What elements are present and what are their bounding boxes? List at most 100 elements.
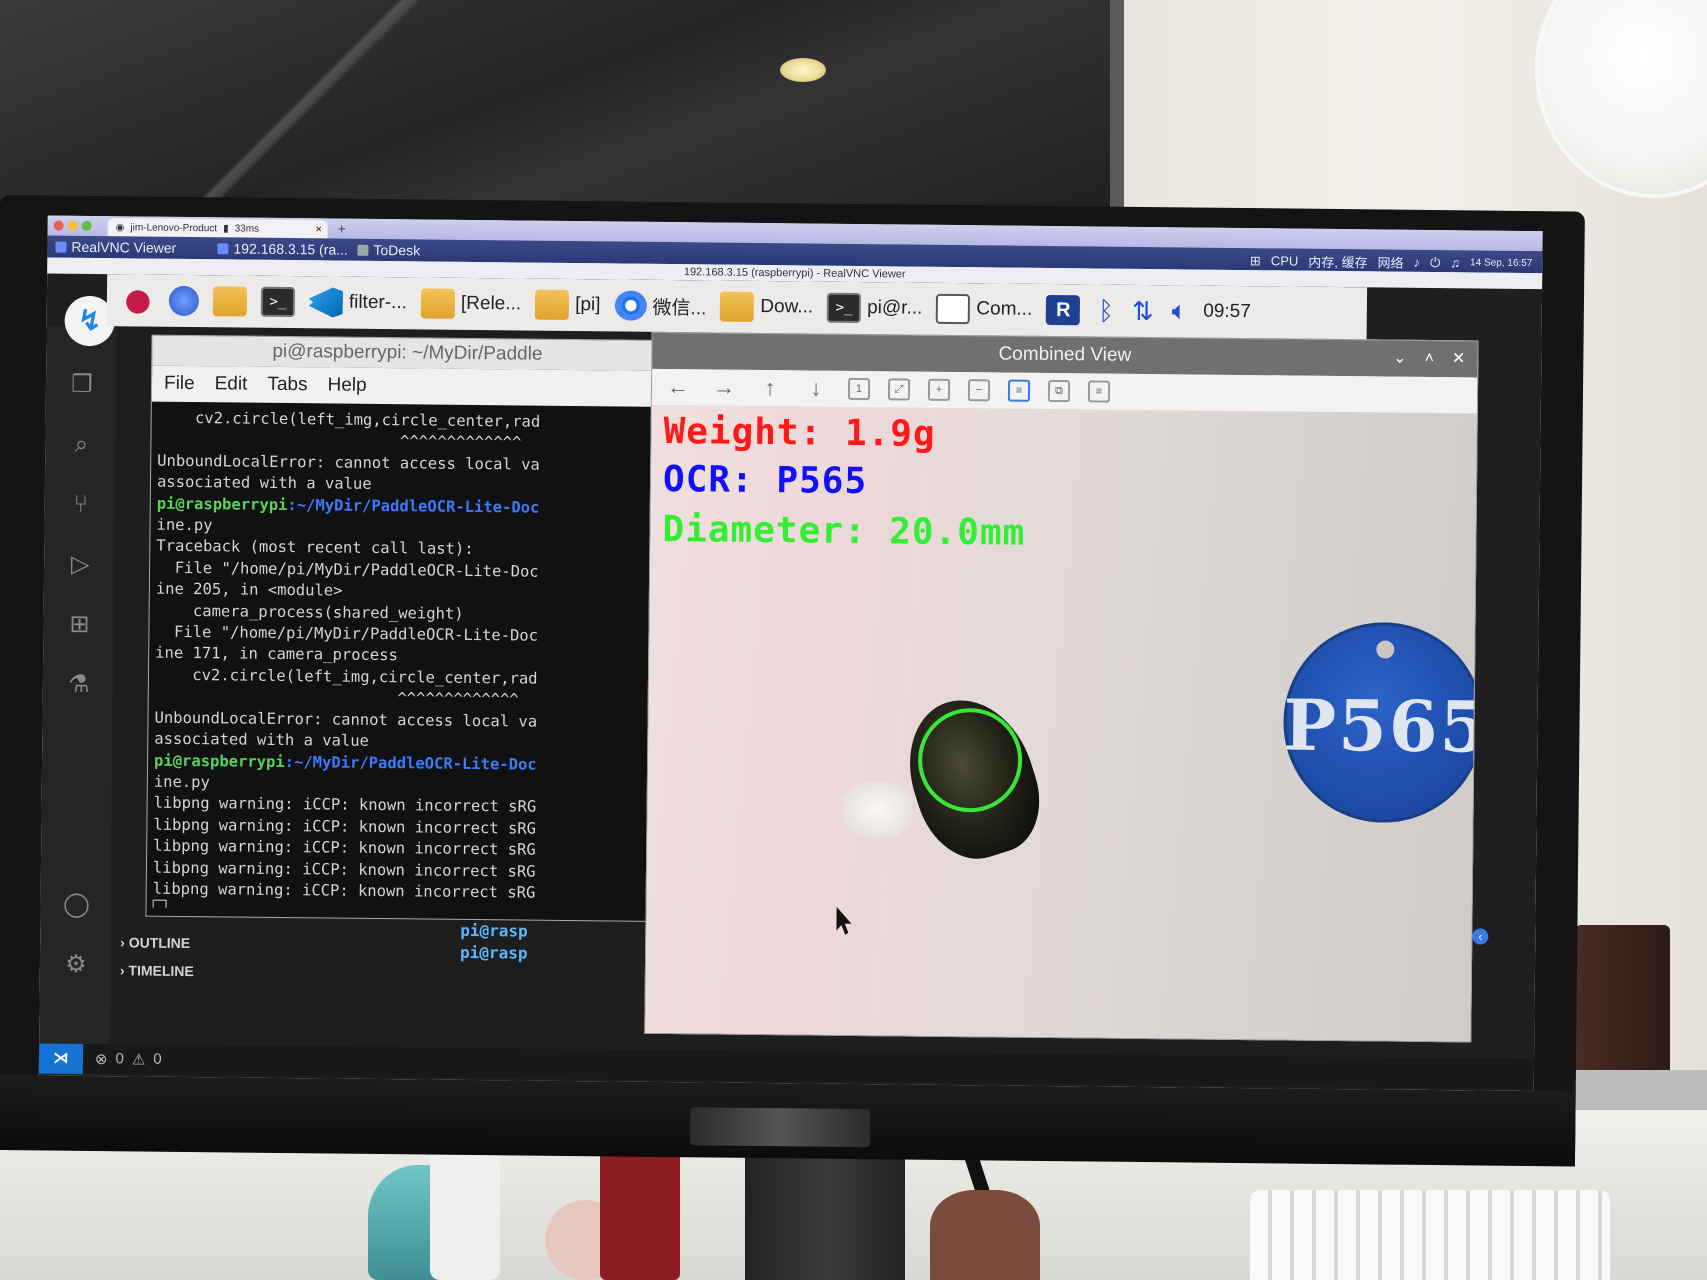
menu-help[interactable]: Help	[327, 374, 366, 396]
raspberry-menu-button[interactable]	[117, 278, 159, 322]
terminal-icon: >_	[260, 286, 296, 318]
account-icon[interactable]: ◯	[62, 891, 90, 919]
error-icon: ⊗	[94, 1051, 108, 1069]
monitor-stand	[745, 1140, 905, 1280]
task-combined-view[interactable]: Com...	[932, 287, 1036, 332]
taskbar-item-vnc[interactable]: RealVNC Viewer	[55, 239, 176, 256]
detection-circle	[917, 707, 1023, 813]
task-label: Dow...	[760, 295, 814, 318]
task-folder-rele[interactable]: [Rele...	[417, 281, 526, 326]
terminal-cursor	[152, 899, 167, 913]
tray-memory[interactable]: 内存, 缓存	[1308, 252, 1367, 272]
door-edge	[1110, 0, 1124, 215]
bluetooth-icon[interactable]: ᛒ	[1098, 295, 1114, 326]
menu-file[interactable]: File	[164, 373, 195, 395]
task-vscode[interactable]: filter-...	[305, 280, 412, 325]
copy-icon[interactable]: ⧉	[1047, 379, 1071, 403]
close-icon[interactable]: ✕	[1452, 341, 1466, 377]
properties-icon[interactable]: ≡	[1007, 379, 1031, 402]
problems-indicator[interactable]: ⊗ 0 ⚠ 0	[95, 1050, 162, 1069]
task-chromium[interactable]: 微信...	[610, 283, 710, 328]
combined-view-window[interactable]: Combined View ⌄ ˄ ✕ ← → ↑ ↓ 1 ⤢ + − ≡ ⧉ …	[644, 331, 1479, 1043]
vnc-server-tray[interactable]: R	[1042, 288, 1084, 332]
task-label: 微信...	[652, 297, 707, 319]
arrow-right-icon[interactable]: →	[710, 373, 738, 401]
window-icon	[936, 293, 971, 325]
bell-icon[interactable]: ♪	[1413, 255, 1420, 270]
book	[600, 1140, 680, 1280]
run-debug-icon[interactable]: ▷	[66, 551, 94, 579]
outline-section[interactable]: › OUTLINE › TIMELINE	[120, 934, 194, 979]
task-folder-pi[interactable]: [pi]	[531, 283, 605, 328]
signal-icon: ▮	[223, 222, 229, 234]
volume-icon[interactable]: ♫	[1450, 255, 1460, 270]
terminal-output[interactable]: cv2.circle(left_img,circle_center,rad ^^…	[152, 408, 663, 913]
tray-network[interactable]: 网络	[1377, 252, 1403, 271]
chevron-right-icon: ›	[119, 962, 129, 979]
task-folder-downloads[interactable]: Dow...	[716, 285, 817, 330]
side-panel-toggle-icon[interactable]: ‹	[1472, 928, 1489, 945]
pi-clock[interactable]: 09:57	[1203, 301, 1251, 323]
arrow-left-icon[interactable]: ←	[664, 373, 692, 401]
tray-cpu[interactable]: CPU	[1271, 253, 1299, 268]
settings-icon[interactable]: ≡	[1087, 380, 1111, 403]
network-icon[interactable]: ⊞	[1250, 253, 1261, 269]
chevron-down-icon[interactable]: ⌄	[1393, 341, 1407, 377]
menu-edit[interactable]: Edit	[215, 373, 248, 395]
new-tab-icon[interactable]: +	[338, 221, 346, 237]
folder-icon	[212, 286, 248, 317]
explorer-icon[interactable]: ❐	[68, 371, 96, 399]
arrow-down-icon[interactable]: ↓	[802, 374, 830, 402]
extensions-icon[interactable]: ⊞	[65, 611, 93, 639]
tab-title: jim-Lenovo-Product	[130, 221, 218, 234]
close-dot-icon[interactable]	[53, 220, 64, 231]
taskbar-item-label: RealVNC Viewer	[71, 238, 177, 256]
terminal-line: libpng warning: iCCP: known incorrect sR…	[152, 879, 536, 902]
wall-reflection	[120, 0, 480, 220]
volume-icon[interactable]: 🔈︎	[1172, 295, 1188, 327]
debris	[842, 781, 913, 838]
zoom-out-icon[interactable]: −	[967, 379, 991, 402]
folder-icon	[420, 288, 456, 319]
ocr-label: OCR: P565	[662, 458, 868, 503]
file-manager-launcher[interactable]	[209, 279, 251, 323]
arrow-up-icon[interactable]: ↑	[756, 374, 784, 402]
user-icon: ◉	[115, 221, 125, 233]
terminal-window[interactable]: pi@raspberrypi: ~/MyDir/Paddle File Edit…	[145, 334, 685, 923]
browser-launcher[interactable]	[165, 279, 203, 323]
vscode-terminal-output: pi@rasp pi@rasp	[460, 920, 528, 965]
chair	[1575, 925, 1670, 1090]
zoom-fit-icon[interactable]: ⤢	[887, 378, 911, 401]
maximize-icon[interactable]: ˄	[1424, 341, 1435, 377]
screen: ◉ jim-Lenovo-Product ▮ 33ms × + RealVNC …	[38, 215, 1543, 1092]
network-updown-icon[interactable]: ⇅	[1132, 295, 1154, 326]
source-control-icon[interactable]: ⑂	[67, 491, 95, 519]
vnc-server-icon: R	[1046, 294, 1081, 326]
taskbar-item-session[interactable]: 192.168.3.15 (ra...	[217, 240, 348, 258]
remote-indicator-icon[interactable]: ⋊	[38, 1043, 84, 1074]
window-controls: ⌄ ˄ ✕	[1393, 341, 1466, 378]
pi-system-tray: ᛒ ⇅ 🔈︎	[1098, 295, 1187, 328]
taskbar-item-todesk[interactable]: ToDesk	[357, 242, 420, 258]
terminal-launcher[interactable]: >_	[257, 280, 299, 324]
window-title: Combined View	[998, 343, 1132, 366]
search-icon[interactable]: ⌕	[67, 431, 95, 459]
zoom-in-icon[interactable]: +	[927, 378, 951, 401]
menu-tabs[interactable]: Tabs	[267, 374, 307, 396]
settings-gear-icon[interactable]: ⚙	[62, 951, 90, 979]
testing-icon[interactable]: ⚗	[65, 671, 93, 699]
task-terminal[interactable]: >_ pi@r...	[823, 286, 927, 331]
maximize-dot-icon[interactable]	[81, 220, 92, 231]
task-label: Com...	[976, 298, 1033, 320]
close-tab-icon[interactable]: ×	[316, 224, 322, 235]
task-label: filter-...	[348, 291, 408, 314]
browser-tab[interactable]: ◉ jim-Lenovo-Product ▮ 33ms ×	[107, 218, 328, 239]
zoom-original-icon[interactable]: 1	[847, 377, 871, 401]
error-count: 0	[115, 1050, 124, 1068]
weight-label: Weight: 1.9g	[663, 410, 936, 455]
power-icon[interactable]: ⏻	[1430, 254, 1440, 270]
chromium-icon	[614, 290, 647, 321]
task-label: [pi]	[575, 294, 601, 316]
minimize-dot-icon[interactable]	[67, 220, 78, 231]
mouse-cursor-icon	[836, 907, 856, 935]
